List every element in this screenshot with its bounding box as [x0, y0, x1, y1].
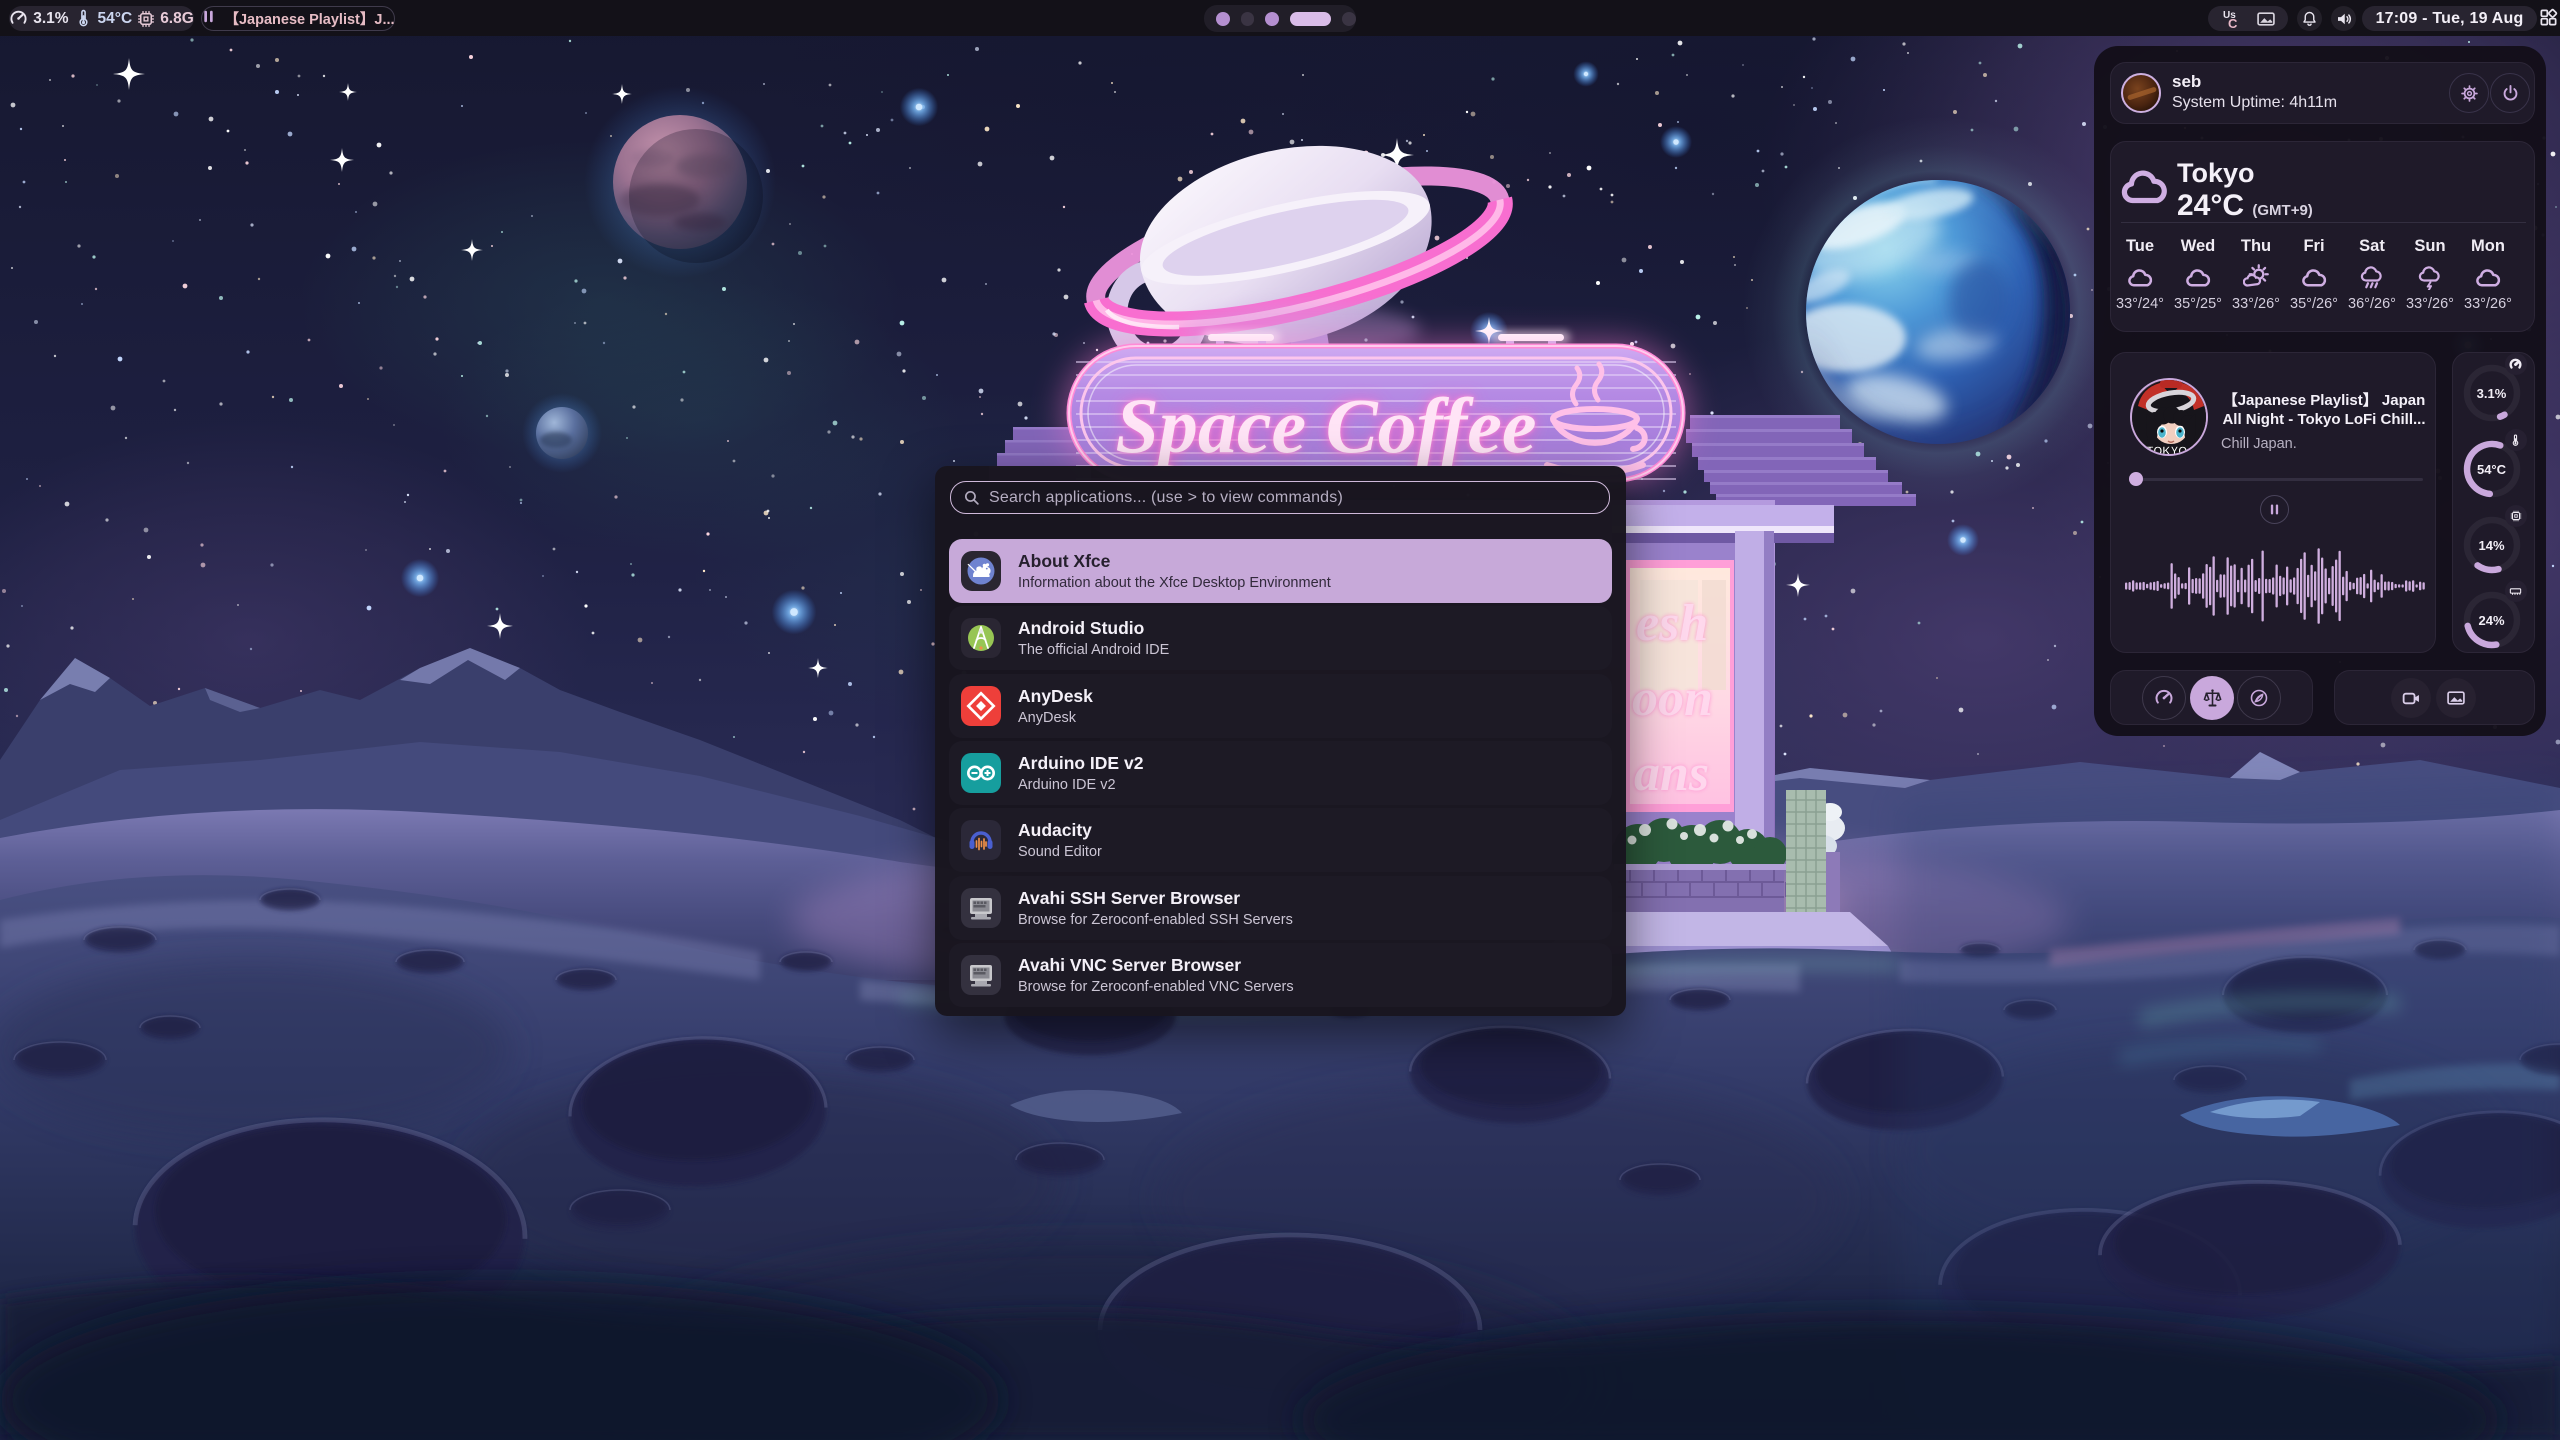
svg-text:oon: oon — [1632, 670, 1713, 727]
svg-text:ans: ans — [1634, 745, 1709, 802]
svg-text:Space Coffee: Space Coffee — [1116, 382, 1537, 469]
svg-text:TOKYO L: TOKYO L — [2147, 446, 2198, 456]
svg-text:esh: esh — [1636, 595, 1708, 652]
svg-text:C: C — [2228, 16, 2238, 30]
